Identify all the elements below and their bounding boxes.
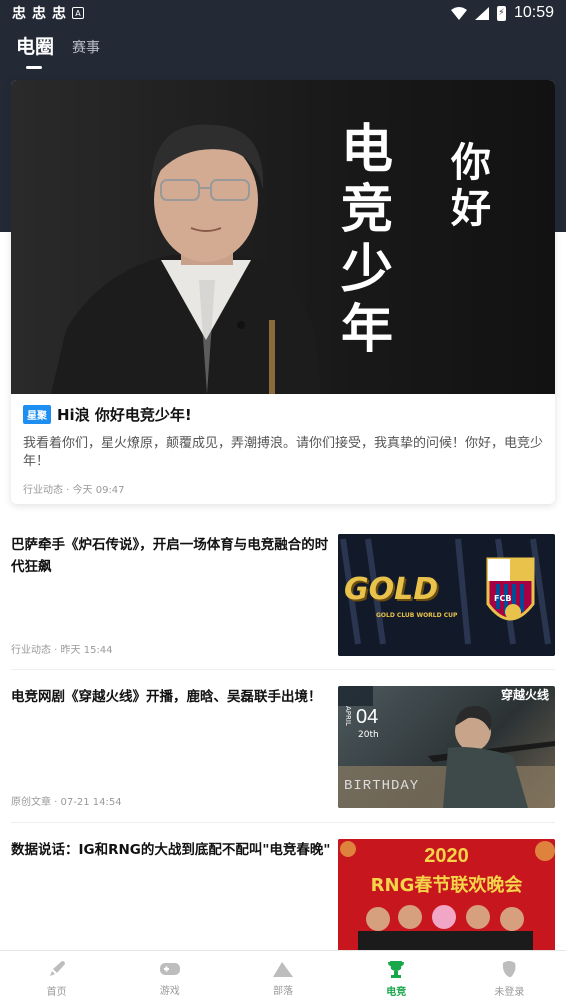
divider: [11, 669, 555, 670]
date-suffix-text: 20th: [358, 730, 379, 740]
gala-year-text: 2020: [424, 845, 469, 867]
nav-tribe[interactable]: 部落: [226, 951, 339, 1006]
trophy-icon: [388, 961, 405, 978]
nav-games-label: 游戏: [159, 986, 180, 997]
gamepad-icon: [159, 963, 180, 975]
divider: [11, 822, 555, 823]
article-thumbnail[interactable]: GOLD GOLD CLUB WORLD CUP FCB: [338, 534, 555, 656]
nav-games[interactable]: 游戏: [113, 951, 226, 1006]
feature-meta: 行业动态 · 今天 09:47: [23, 485, 125, 496]
top-tabs: 电圈 赛事: [16, 32, 100, 69]
feature-image-calligraphy-2: 你好: [451, 139, 491, 232]
clock: 10:59: [513, 4, 554, 21]
feature-card[interactable]: 电竞少年 你好 星聚 Hi浪 你好电竞少年! 我看着你们，星火燎原，颠覆成见，弄…: [11, 80, 555, 504]
article-meta: 行业动态 · 昨天 15:44: [11, 645, 113, 656]
nav-home[interactable]: 首页: [0, 951, 113, 1006]
wifi-icon: [450, 6, 467, 20]
nav-account[interactable]: 未登录: [453, 951, 566, 1006]
notification-icon: 忠: [52, 6, 66, 22]
article-item[interactable]: 电竞网剧《穿越火线》开播，鹿晗、吴磊联手出境！ 原创文章 · 07-21 14:…: [11, 686, 555, 808]
article-meta: 原创文章 · 07-21 14:54: [11, 797, 122, 808]
feature-description: 我看着你们，星火燎原，颠覆成见，弄潮搏浪。请你们接受，我真挚的问候！你好，电竞少…: [23, 436, 544, 469]
gold-logo-text: GOLD: [344, 572, 439, 607]
feature-image: 电竞少年 你好: [11, 80, 555, 394]
nav-home-label: 首页: [46, 987, 67, 998]
crossfire-brand-text: 穿越火线: [500, 688, 549, 702]
feature-title[interactable]: Hi浪 你好电竞少年!: [57, 404, 192, 425]
fcb-label: FCB: [494, 594, 512, 603]
feature-image-calligraphy-1: 电竞少年: [341, 119, 394, 360]
article-title[interactable]: 电竞网剧《穿越火线》开播，鹿晗、吴磊联手出境！: [11, 686, 331, 708]
article-item[interactable]: 数据说话：IG和RNG的大战到底配不配叫"电竞春晚" 2020 RNG春节联欢晚…: [11, 839, 555, 961]
battery-icon: ⚡: [496, 5, 506, 21]
mountain-icon: [273, 962, 293, 977]
a-app-icon: A: [72, 7, 84, 19]
notification-icon: 忠: [32, 6, 46, 22]
nav-tribe-label: 部落: [273, 986, 293, 997]
man-portrait-illustration: [51, 124, 321, 394]
article-item[interactable]: 巴萨牵手《炉石传说》，开启一场体育与电竞融合的时代狂飙 行业动态 · 昨天 15…: [11, 534, 555, 656]
gala-event-text: RNG春节联欢晚会: [370, 875, 523, 896]
nav-esports[interactable]: 电竞: [340, 951, 453, 1006]
nav-account-label: 未登录: [494, 987, 525, 998]
notification-icon: 忠: [12, 6, 26, 22]
user-icon: [503, 961, 516, 977]
month-text: APRIL: [344, 706, 352, 726]
signal-icon: [474, 6, 489, 20]
xingju-badge: 星聚: [23, 405, 51, 424]
gold-club-subtitle: GOLD CLUB WORLD CUP: [376, 612, 458, 619]
article-title[interactable]: 数据说话：IG和RNG的大战到底配不配叫"电竞春晚": [11, 839, 331, 861]
article-thumbnail[interactable]: 穿越火线 04 20th APRIL BIRTHDAY: [338, 686, 555, 808]
tab-saishi[interactable]: 赛事: [72, 37, 100, 59]
date-day-text: 04: [356, 706, 379, 728]
status-bar: 忠 忠 忠 A ⚡ 10:59: [0, 0, 566, 26]
bottom-navigation: 首页 游戏 部落 电竞 未登录: [0, 950, 566, 1006]
birthday-text: BIRTHDAY: [344, 778, 420, 794]
tab-dianquan[interactable]: 电圈: [16, 32, 54, 69]
rocket-icon: [49, 961, 65, 976]
article-title[interactable]: 巴萨牵手《炉石传说》，开启一场体育与电竞融合的时代狂飙: [11, 534, 331, 578]
nav-esports-label: 电竞: [386, 987, 407, 998]
article-thumbnail[interactable]: 2020 RNG春节联欢晚会: [338, 839, 555, 961]
